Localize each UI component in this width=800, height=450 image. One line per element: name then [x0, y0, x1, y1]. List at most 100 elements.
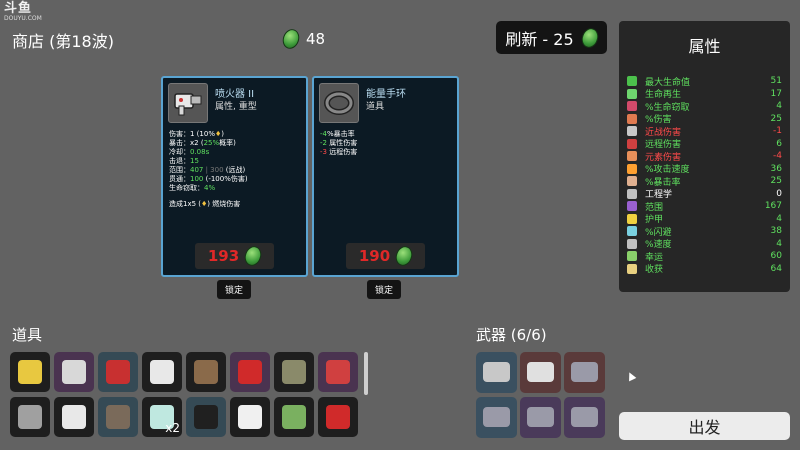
- stat-row: %闪避 38: [627, 225, 782, 238]
- shop-title: 商店 (第18波): [12, 32, 114, 51]
- item-slot[interactable]: x2: [142, 397, 182, 437]
- stat-label: 护甲: [645, 215, 664, 225]
- card-type: 属性, 重型: [215, 102, 257, 112]
- item-slot[interactable]: [54, 397, 94, 437]
- stat-icon: [627, 113, 637, 124]
- card-name: 能量手环: [366, 89, 406, 100]
- stat-row: %速度 4: [627, 238, 782, 250]
- sunglasses-item-icon: [194, 405, 218, 429]
- pistol-weapon-icon: [483, 362, 510, 382]
- reroll-label: 刷新 - 25: [505, 29, 574, 49]
- stat-label: %闪避: [645, 227, 672, 238]
- shotgun-weapon-2-icon: [483, 407, 510, 427]
- item-slot[interactable]: [142, 352, 182, 392]
- stat-icon: [627, 176, 637, 186]
- stat-label: %速度: [645, 240, 672, 250]
- stat-row: %攻击速度 36: [627, 163, 782, 175]
- stat-row: 护甲 4: [627, 213, 782, 225]
- stat-value: 4: [776, 238, 782, 249]
- stat-value: 64: [770, 263, 782, 274]
- weapon-slot[interactable]: [564, 397, 605, 438]
- coffee-item-icon: [238, 405, 262, 429]
- stat-icon: [627, 188, 637, 199]
- stat-icon: [627, 151, 637, 161]
- hedgehog-item-icon: [194, 360, 218, 384]
- stat-damage: 伤害：1 (10%♦): [169, 130, 224, 138]
- stat-icon: [627, 163, 637, 174]
- stat-value: 0: [776, 188, 782, 199]
- stat-value: 4: [776, 101, 782, 111]
- flamethrower-icon: [168, 83, 208, 123]
- weapon-slot[interactable]: [520, 352, 561, 393]
- stat-burn: 造成1x5 (♦) 燃烧伤害: [169, 200, 241, 208]
- stat-value: 6: [776, 138, 782, 149]
- buy-price-button[interactable]: 190: [346, 243, 425, 269]
- stat-label: 幸运: [645, 252, 664, 263]
- weapon-slot[interactable]: [476, 352, 517, 393]
- red-book-item-icon: [106, 360, 130, 384]
- stat-label: 元素伤害: [645, 152, 682, 163]
- weapon-slot[interactable]: [564, 352, 605, 393]
- item-slot[interactable]: [230, 397, 270, 437]
- stat-pierce: 贯通：100 (-100%伤害): [169, 175, 248, 183]
- item-count: x2: [165, 421, 180, 435]
- stat-label: 工程学: [645, 190, 673, 200]
- stat-label: 远程伤害: [645, 140, 682, 150]
- item-slot[interactable]: [98, 352, 138, 392]
- lock-button[interactable]: 锁定: [217, 280, 251, 299]
- stat-ranged: -3 远程伤害: [320, 148, 358, 156]
- stat-value: -4: [773, 151, 782, 161]
- stat-icon: [627, 213, 637, 224]
- stat-row: 生命再生 17: [627, 88, 782, 100]
- stat-icon: [627, 138, 637, 149]
- card-name: 喷火器 II: [215, 89, 255, 100]
- stat-icon: [627, 201, 637, 211]
- material-gem-icon: [280, 26, 302, 52]
- item-slot[interactable]: [54, 352, 94, 392]
- mouse-cursor-icon: [625, 370, 637, 382]
- stat-icon: [627, 226, 637, 236]
- stat-value: 25: [770, 113, 782, 124]
- shop-card-flamethrower[interactable]: 喷火器 II 属性, 重型 伤害：1 (10%♦) 暴击：x2 (25%概率) …: [161, 76, 308, 277]
- potion-item-icon: [326, 360, 350, 384]
- buy-price-button[interactable]: 193: [195, 243, 274, 269]
- stat-icon: [627, 76, 637, 86]
- item-slot[interactable]: [318, 352, 358, 392]
- stat-value: 167: [764, 201, 782, 211]
- stat-label: 近战伤害: [645, 127, 682, 138]
- stat-value: 51: [770, 76, 782, 86]
- stat-range: 范围：407 | 300 (远战): [169, 166, 246, 174]
- stat-row: 收获 64: [627, 263, 782, 275]
- item-slot[interactable]: [274, 397, 314, 437]
- stat-value: 36: [770, 163, 782, 174]
- lock-button[interactable]: 锁定: [367, 280, 401, 299]
- reroll-button[interactable]: 刷新 - 25: [496, 21, 607, 54]
- item-slot[interactable]: [274, 352, 314, 392]
- materials-counter: 48: [280, 26, 325, 52]
- item-slot[interactable]: [186, 397, 226, 437]
- item-slot[interactable]: [186, 352, 226, 392]
- item-slot[interactable]: [318, 397, 358, 437]
- stat-icon: [627, 101, 637, 111]
- flamethrower-weapon-icon: [527, 362, 554, 382]
- stat-icon: [627, 126, 637, 136]
- item-slot[interactable]: [98, 397, 138, 437]
- stat-row: 元素伤害 -4: [627, 150, 782, 163]
- material-gem-icon: [242, 243, 265, 269]
- stat-row: 范围 167: [627, 200, 782, 213]
- item-slot[interactable]: [230, 352, 270, 392]
- bee-item-icon: [18, 360, 42, 384]
- go-button[interactable]: 出发: [619, 412, 790, 440]
- stat-row: %伤害 25: [627, 113, 782, 125]
- weapon-slot[interactable]: [520, 397, 561, 438]
- item-slot[interactable]: [10, 397, 50, 437]
- material-gem-icon: [578, 25, 601, 50]
- weapons-section-title: 武器 (6/6): [476, 326, 547, 344]
- stat-crit: -4%暴击率: [320, 130, 355, 138]
- item-slot[interactable]: [10, 352, 50, 392]
- weapon-slot[interactable]: [476, 397, 517, 438]
- stats-panel: 属性 最大生命值 51 生命再生 17 %生命窃取 4 %伤害 25 近战伤害 -1 远程伤害 6 元素…: [619, 21, 790, 292]
- shop-card-power-bracelet[interactable]: 能量手环 道具 -4%暴击率 -2 属性伤害 -3 远程伤害 190: [312, 76, 459, 277]
- items-scrollbar[interactable]: [364, 352, 368, 395]
- material-gem-icon: [393, 243, 416, 269]
